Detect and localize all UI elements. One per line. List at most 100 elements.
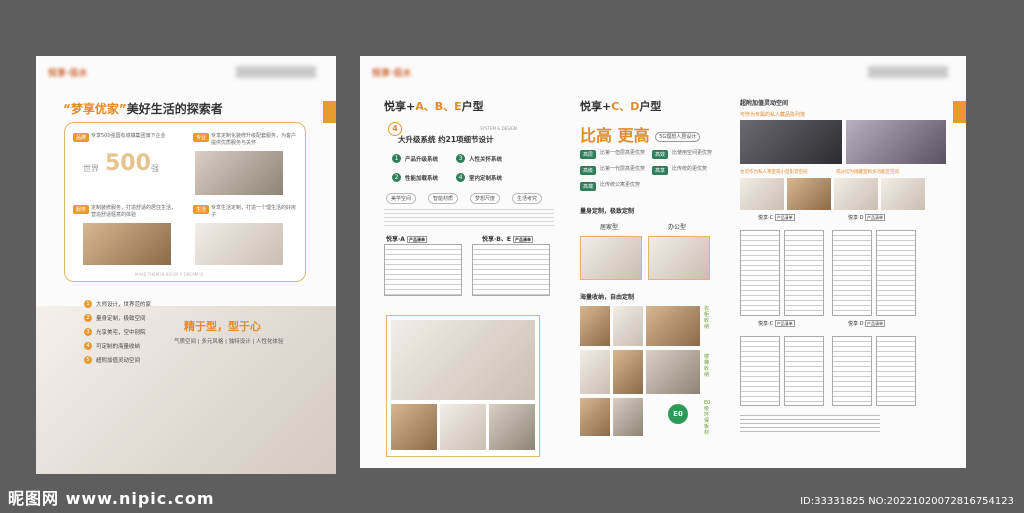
partner-logo-right (868, 66, 948, 78)
right-brochure-page: 悦享+C、D户型 比高 更高 5G理想人居设计 高层 比第一但层高更优势 高效 … (568, 56, 966, 468)
middle-title: 悦享+A、B、E户型 (384, 100, 484, 113)
badge-4-label: 高享 (652, 166, 669, 175)
system-item-2: 3 人性关怀系统 (456, 154, 502, 163)
loft-thumb-1 (391, 404, 437, 450)
media-room-photo (787, 178, 831, 210)
card-text-1: 专享500强国有城镇集团旗下企业 (91, 133, 166, 139)
side-label-stairs: 楼梯收纳 (704, 354, 710, 378)
table-a-title: 悦享·A 产品清单 (386, 236, 428, 243)
eco-badge: E0 (668, 404, 688, 424)
right-title: 悦享+C、D户型 (580, 100, 662, 113)
middle-brochure-page: 悦享·佰水 悦享+A、B、E户型 4 SYSTEM & DESIGN 大升级系统… (360, 56, 568, 468)
badge-2-label: 高效 (652, 150, 669, 159)
extra-space-title: 超附加值灵动空间 (740, 100, 789, 107)
extra-space-sub3: 或分切为储藏室和多功能区空间 (836, 170, 899, 175)
badge-5-text: 比传统公寓更优势 (600, 182, 641, 188)
world500-prefix: 世界 (83, 164, 99, 173)
list-item-5: 5 超附加值灵动空间 (84, 356, 140, 364)
storage-photo-2 (613, 306, 643, 346)
side-label-wardrobe: 衣柜收纳 (704, 306, 710, 330)
side-label-eco: E0级环保板材 (704, 400, 711, 436)
headline-quote: “梦享优家” (63, 102, 127, 116)
slogan: 精于型，型于心 (184, 320, 261, 333)
world500-graphic: 世界 500 强 (83, 151, 173, 191)
table-be (472, 244, 550, 296)
card-label-2: 专业 (193, 133, 210, 142)
table-d2-title: 悦享·D 产品清单 (848, 320, 886, 327)
big-title: 比高 更高 5G理想人居设计 (580, 122, 701, 146)
home-type-photo (580, 236, 642, 280)
table-a (384, 244, 462, 296)
table-c-1 (740, 230, 780, 316)
big-title-badge: 5G理想人居设计 (655, 132, 701, 142)
card-label-3: 服务 (73, 205, 90, 214)
badge-1-label: 高层 (580, 150, 597, 159)
system-item-1: 1 产品升级系统 (392, 154, 438, 163)
system-title: 大升级系统 约21项细节设计 (398, 135, 494, 144)
office-type-label: 办公型 (668, 224, 687, 231)
brand-logo: 悦享·佰水 (48, 69, 88, 79)
extra-space-sub: 可作为专属的私人藏品陈列馆 (740, 112, 806, 118)
list-item-2: 2 量身定制，极致空间 (84, 314, 146, 322)
id-text: ID:33331825 NO:20221020072816754123 (800, 496, 1014, 507)
headline-rest: 美好生活的探索者 (126, 102, 223, 116)
card-label-1: 品牌 (73, 133, 90, 142)
sub-slogan: 气质空间 | 多元风格 | 独特设计 | 人性化体验 (174, 339, 284, 345)
watermark: 昵图网 www.nipic.com (8, 489, 215, 508)
list-item-4: 4 可定制的海量收纳 (84, 342, 140, 350)
pill-3: 梦想尺度 (470, 193, 501, 204)
system-item-3: 2 性能加载系统 (392, 173, 438, 182)
storage-photo-7 (580, 398, 610, 436)
table-d-3 (832, 336, 872, 406)
badge-4-text: 比传统的更优势 (672, 166, 708, 172)
card-text-2: 专享定制化装修升级配套服务，为客户提供优质服务与关怀 (211, 133, 297, 146)
world500-number: 500 (105, 151, 151, 176)
headline: “梦享优家”美好生活的探索者 (63, 100, 223, 117)
feature-card: 品牌 专享500强国有城镇集团旗下企业 世界 500 强 专业 专享定制化装修升… (64, 122, 306, 282)
pill-desc (384, 206, 554, 228)
list-item-1: 1 大师设计，世界范的家 (84, 300, 151, 308)
pill-2: 智能材质 (428, 193, 459, 204)
loft-thumb-2 (440, 404, 486, 450)
loft-thumb-3 (489, 404, 535, 450)
partner-logo (236, 66, 316, 78)
interior-photo (195, 223, 283, 265)
badge-3-label: 高级 (580, 166, 597, 175)
table-c-3 (740, 336, 780, 406)
collection-photo-2 (846, 120, 946, 164)
table-be-title: 悦享·B、E 产品清单 (482, 236, 534, 243)
pill-4: 生活考究 (512, 193, 543, 204)
brand-logo-middle: 悦享·佰水 (372, 69, 412, 79)
world500-suffix: 强 (151, 164, 159, 173)
table-c-4 (784, 336, 824, 406)
table-d-4 (876, 336, 916, 406)
office-type-photo (648, 236, 710, 280)
table-d-2 (876, 230, 916, 316)
home-type-label: 居家型 (600, 224, 619, 231)
table-d-title: 悦享·D 产品清单 (848, 214, 886, 221)
storage-photo-8 (613, 398, 643, 436)
table-c-title: 悦享·C 产品清单 (758, 214, 795, 221)
table-c-2 (784, 230, 824, 316)
custom-section-title: 量身定制，极致定制 (580, 208, 635, 215)
family-photo (83, 223, 171, 265)
system-item-4: 4 室内定制系统 (456, 173, 502, 182)
storage-room-photo (834, 178, 878, 210)
loft-main-photo (391, 320, 535, 400)
table-d-1 (832, 230, 872, 316)
loft-photo-frame (386, 315, 540, 457)
card-text-3: 定制装修服务，打造舒适的居住生活，营造舒适惬意的体验 (91, 205, 177, 218)
extra-space-sub2: 也可作为私人茶室或小型影音空间 (740, 170, 808, 175)
system-en: SYSTEM & DESIGN (480, 126, 518, 131)
card-text-4: 专享生活定制，打造一个理生活的好房子 (211, 205, 297, 218)
list-item-3: 3 光享美宅，空中别院 (84, 328, 146, 336)
left-brochure-page: 悦享·佰水 “梦享优家”美好生活的探索者 品牌 专享500强国有城镇集团旗下企业… (36, 56, 336, 474)
card-footer: MAKE THEM IN BEGIN A DREAM IS (135, 272, 204, 277)
badge-3-text: 比第一代层高更优势 (600, 166, 646, 172)
multi-room-photo (881, 178, 925, 210)
badge-5-label: 高端 (580, 182, 597, 191)
storage-title: 海量收纳，自由定制 (580, 294, 635, 301)
storage-photo-6 (646, 350, 700, 394)
storage-photo-5 (613, 350, 643, 394)
footnote (740, 412, 880, 432)
